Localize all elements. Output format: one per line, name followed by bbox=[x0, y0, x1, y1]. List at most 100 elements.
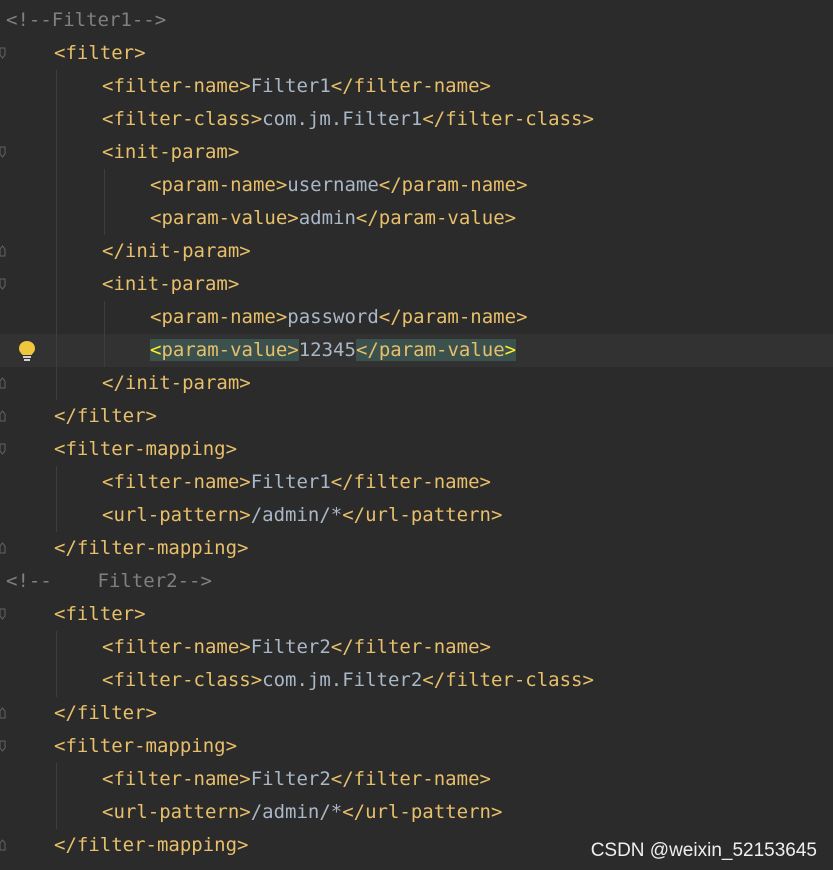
lightbulb-icon[interactable] bbox=[17, 340, 37, 362]
code-text: </init-param> bbox=[102, 367, 251, 400]
indent-guide bbox=[56, 136, 57, 169]
code-line[interactable]: <filter-mapping> bbox=[0, 433, 833, 466]
xml-tag: </param-value bbox=[355, 339, 505, 361]
code-line[interactable]: </filter-mapping> bbox=[0, 532, 833, 565]
code-line[interactable]: </init-param> bbox=[0, 367, 833, 400]
code-line[interactable]: <param-name>username</param-name> bbox=[0, 169, 833, 202]
code-line[interactable]: <filter> bbox=[0, 37, 833, 70]
xml-tag: <filter-mapping> bbox=[54, 735, 238, 757]
indent-guide bbox=[104, 169, 105, 202]
code-line[interactable]: <filter-mapping> bbox=[0, 730, 833, 763]
code-text: <filter> bbox=[54, 37, 146, 70]
xml-tag: </init-param> bbox=[102, 240, 251, 262]
code-text: </init-param> bbox=[102, 235, 251, 268]
fold-open-icon[interactable] bbox=[0, 740, 6, 752]
xml-tag: </param-name> bbox=[378, 306, 528, 328]
code-text: <init-param> bbox=[102, 136, 239, 169]
code-line[interactable]: <!--Filter1--> bbox=[0, 4, 833, 37]
xml-tag: </filter-name> bbox=[330, 636, 491, 658]
code-text: <filter-mapping> bbox=[54, 730, 237, 763]
xml-text: password bbox=[287, 306, 379, 328]
indent-guide bbox=[56, 664, 57, 697]
xml-text: com.jm.Filter1 bbox=[262, 108, 423, 130]
xml-tag: <filter-mapping> bbox=[54, 438, 238, 460]
code-line[interactable]: <filter-name>Filter1</filter-name> bbox=[0, 70, 833, 103]
code-line[interactable]: <!-- Filter2--> bbox=[0, 565, 833, 598]
code-text: <filter-name>Filter2</filter-name> bbox=[102, 631, 491, 664]
code-line[interactable]: <filter-class>com.jm.Filter2</filter-cla… bbox=[0, 664, 833, 697]
code-line[interactable]: <filter-name>Filter2</filter-name> bbox=[0, 631, 833, 664]
xml-comment: <!-- Filter2--> bbox=[6, 570, 212, 592]
indent-guide bbox=[56, 268, 57, 301]
code-text: </filter-mapping> bbox=[54, 532, 248, 565]
xml-tag: > bbox=[504, 339, 517, 361]
code-line[interactable]: </init-param> bbox=[0, 235, 833, 268]
code-line[interactable]: <param-value>admin</param-value> bbox=[0, 202, 833, 235]
code-text: <param-name>password</param-name> bbox=[150, 301, 528, 334]
indent-guide bbox=[56, 202, 57, 235]
code-line[interactable]: </filter> bbox=[0, 400, 833, 433]
xml-tag: </filter-name> bbox=[330, 75, 491, 97]
xml-tag: <param-value> bbox=[150, 207, 299, 229]
code-text: <url-pattern>/admin/*</url-pattern> bbox=[102, 796, 502, 829]
code-text: <param-value>12345</param-value> bbox=[150, 334, 517, 367]
xml-text: Filter1 bbox=[250, 471, 331, 493]
code-text: </filter> bbox=[54, 697, 157, 730]
xml-tag: <filter-class> bbox=[102, 669, 263, 691]
code-text: <filter> bbox=[54, 598, 146, 631]
xml-tag: <url-pattern> bbox=[102, 504, 251, 526]
indent-guide bbox=[56, 334, 57, 367]
code-line[interactable]: <filter-class>com.jm.Filter1</filter-cla… bbox=[0, 103, 833, 136]
code-line[interactable]: </filter> bbox=[0, 697, 833, 730]
fold-open-icon[interactable] bbox=[0, 47, 6, 59]
xml-tag: <url-pattern> bbox=[102, 801, 251, 823]
code-line[interactable]: <filter-name>Filter2</filter-name> bbox=[0, 763, 833, 796]
indent-guide bbox=[56, 466, 57, 499]
xml-text: admin bbox=[298, 207, 356, 229]
code-line[interactable]: <param-name>password</param-name> bbox=[0, 301, 833, 334]
indent-guide bbox=[104, 334, 105, 367]
fold-close-icon[interactable] bbox=[0, 542, 6, 554]
xml-text: Filter2 bbox=[250, 768, 331, 790]
fold-open-icon[interactable] bbox=[0, 443, 6, 455]
code-line[interactable]: <filter> bbox=[0, 598, 833, 631]
xml-tag: </filter> bbox=[54, 702, 157, 724]
xml-text: /admin/* bbox=[250, 504, 343, 526]
csdn-watermark: CSDN @weixin_52153645 bbox=[590, 840, 817, 861]
xml-tag: <init-param> bbox=[102, 273, 240, 295]
code-editor[interactable]: <!--Filter1--> <filter> <filter-name>Filte… bbox=[0, 0, 833, 870]
code-line[interactable]: <url-pattern>/admin/*</url-pattern> bbox=[0, 796, 833, 829]
indent-guide bbox=[56, 367, 57, 400]
fold-open-icon[interactable] bbox=[0, 146, 6, 158]
code-line[interactable]: <filter-name>Filter1</filter-name> bbox=[0, 466, 833, 499]
indent-guide bbox=[56, 169, 57, 202]
fold-close-icon[interactable] bbox=[0, 839, 6, 851]
fold-close-icon[interactable] bbox=[0, 410, 6, 422]
xml-text: 12345 bbox=[298, 339, 356, 361]
code-line[interactable]: <param-value>12345</param-value> bbox=[0, 334, 833, 367]
fold-open-icon[interactable] bbox=[0, 608, 6, 620]
code-line[interactable]: <init-param> bbox=[0, 268, 833, 301]
xml-text: com.jm.Filter2 bbox=[262, 669, 423, 691]
xml-tag: param-value> bbox=[161, 339, 299, 361]
xml-tag: </param-name> bbox=[378, 174, 528, 196]
xml-tag: </filter-mapping> bbox=[54, 537, 249, 559]
indent-guide bbox=[56, 301, 57, 334]
indent-guide bbox=[56, 631, 57, 664]
fold-close-icon[interactable] bbox=[0, 377, 6, 389]
xml-tag: <param-name> bbox=[150, 306, 288, 328]
code-text: <filter-class>com.jm.Filter2</filter-cla… bbox=[102, 664, 594, 697]
xml-tag: <filter> bbox=[54, 603, 146, 625]
code-text: </filter> bbox=[54, 400, 157, 433]
xml-tag: <filter-class> bbox=[102, 108, 263, 130]
xml-tag: </filter-name> bbox=[330, 768, 491, 790]
xml-tag: </filter-class> bbox=[422, 108, 594, 130]
fold-close-icon[interactable] bbox=[0, 245, 6, 257]
fold-close-icon[interactable] bbox=[0, 707, 6, 719]
code-line[interactable]: <init-param> bbox=[0, 136, 833, 169]
code-line[interactable]: <url-pattern>/admin/*</url-pattern> bbox=[0, 499, 833, 532]
fold-open-icon[interactable] bbox=[0, 278, 6, 290]
xml-tag: <filter-name> bbox=[102, 768, 251, 790]
xml-text: Filter1 bbox=[250, 75, 331, 97]
indent-guide bbox=[104, 202, 105, 235]
